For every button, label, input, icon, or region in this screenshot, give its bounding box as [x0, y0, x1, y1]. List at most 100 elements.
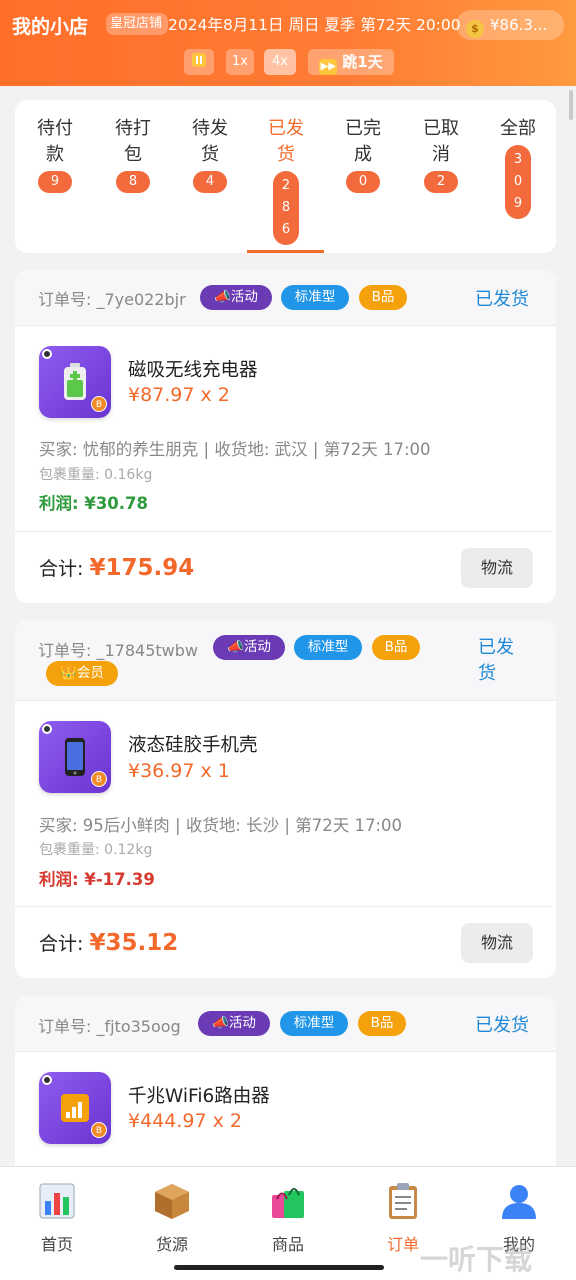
- b-grade-mark: B: [91, 1122, 107, 1138]
- nav-supply[interactable]: 货源: [132, 1181, 212, 1255]
- dot-icon: [42, 724, 52, 734]
- dot-icon: [42, 349, 52, 359]
- bar-chart-icon: [39, 1183, 75, 1219]
- tab-cancelled[interactable]: 已取消 2: [411, 116, 471, 193]
- dot-icon: [42, 1075, 52, 1085]
- nav-label: 商品: [271, 1235, 304, 1254]
- tab-count-badge: 8: [116, 171, 150, 193]
- order-number: 订单号: _fjto35oog: [38, 1017, 181, 1036]
- tab-count-badge: 286: [273, 171, 299, 245]
- b-grade-badge: B品: [358, 1011, 406, 1036]
- tab-label: 已完成: [345, 118, 381, 165]
- order-status-tabs: 待付款 9 待打包 8 待发货 4 已发货 286 已完成 0 已取消 2 全部…: [15, 100, 556, 253]
- tab-pending-pack[interactable]: 待打包 8: [103, 116, 163, 193]
- activity-badge: 📣活动: [213, 635, 285, 660]
- b-grade-badge: B品: [359, 285, 407, 310]
- activity-badge: 📣活动: [198, 1011, 270, 1036]
- order-total: 合计: ¥175.94: [39, 554, 194, 581]
- product-image[interactable]: B: [39, 346, 111, 418]
- logistics-button[interactable]: 物流: [461, 548, 533, 588]
- nav-home[interactable]: 首页: [17, 1181, 97, 1255]
- divider: [15, 906, 552, 907]
- product-price-qty: ¥36.97 x 1: [128, 760, 230, 782]
- watermark: 一听下载: [420, 1243, 533, 1276]
- order-header: 订单号: _7ye022bjr 📣活动 标准型 B品 已发货: [15, 270, 556, 326]
- total-label: 合计:: [39, 558, 84, 580]
- total-value: ¥175.94: [89, 555, 195, 581]
- tab-all[interactable]: 全部 309: [488, 116, 548, 219]
- tab-count-badge: 9: [38, 171, 72, 193]
- game-date-text: 2024年8月11日 周日 夏季 第72天 20:00: [168, 16, 461, 34]
- money-value: ¥86.3...: [490, 16, 548, 34]
- order-card[interactable]: 订单号: _17845twbw 📣活动 标准型 B品 👑会员 已发货 B 液态硅…: [15, 620, 556, 978]
- buyer-info: 买家: 忧郁的养生朋克 | 收货地: 武汉 | 第72天 17:00: [39, 440, 431, 459]
- tab-label: 待付款: [37, 118, 73, 165]
- order-status: 已发货: [475, 1015, 529, 1036]
- product-name: 磁吸无线充电器: [128, 360, 258, 381]
- package-box-icon: [155, 1184, 189, 1219]
- tab-label: 已发货: [268, 118, 304, 165]
- tab-completed[interactable]: 已完成 0: [333, 116, 393, 193]
- standard-type-badge: 标准型: [280, 1011, 348, 1036]
- pause-button[interactable]: [184, 49, 214, 75]
- buyer-info: 买家: 95后小鲜肉 | 收货地: 长沙 | 第72天 17:00: [39, 816, 402, 835]
- tab-count-badge: 309: [505, 145, 531, 219]
- home-indicator-bar[interactable]: [174, 1265, 384, 1270]
- product-name: 千兆WiFi6路由器: [128, 1086, 270, 1107]
- product-image[interactable]: B: [39, 721, 111, 793]
- order-status: 已发货: [475, 289, 529, 310]
- tab-pending-payment[interactable]: 待付款 9: [25, 116, 85, 193]
- tab-shipped[interactable]: 已发货 286: [256, 116, 316, 245]
- tab-label: 待发货: [192, 118, 228, 165]
- shop-level-tag: 皇冠店铺: [106, 13, 168, 35]
- b-grade-badge: B品: [372, 635, 420, 660]
- fast-forward-icon: ▶▶: [319, 59, 338, 75]
- order-status: 已发货: [478, 637, 514, 684]
- order-total: 合计: ¥35.12: [39, 929, 178, 956]
- standard-type-badge: 标准型: [294, 635, 362, 660]
- nav-label: 首页: [40, 1235, 73, 1254]
- b-grade-mark: B: [91, 771, 107, 787]
- shopping-bags-icon: [272, 1188, 304, 1218]
- nav-label: 货源: [155, 1235, 188, 1254]
- total-value: ¥35.12: [89, 930, 179, 956]
- battery-charger-icon: [64, 363, 86, 400]
- nav-products[interactable]: 商品: [248, 1181, 328, 1255]
- total-label: 合计:: [39, 933, 84, 955]
- speed-1x-button[interactable]: 1x: [226, 49, 254, 75]
- package-weight: 包裹重量: 0.12kg: [39, 842, 153, 858]
- product-price-qty: ¥444.97 x 2: [128, 1110, 242, 1132]
- money-balance[interactable]: $ ¥86.3...: [456, 10, 564, 40]
- wifi-signal-icon: [61, 1094, 89, 1122]
- tab-label: 已取消: [423, 118, 459, 165]
- b-grade-mark: B: [91, 396, 107, 412]
- product-name: 液态硅胶手机壳: [128, 735, 258, 756]
- order-number: 订单号: _17845twbw: [38, 641, 198, 660]
- phone-case-icon: [65, 738, 85, 776]
- clipboard-icon: [389, 1183, 417, 1219]
- scrollbar[interactable]: [569, 90, 573, 120]
- product-image[interactable]: B: [39, 1072, 111, 1144]
- user-avatar-icon: [502, 1185, 536, 1219]
- product-price-qty: ¥87.97 x 2: [128, 384, 230, 406]
- jump-day-button[interactable]: ▶▶ 跳1天: [308, 49, 394, 75]
- jump-day-label: 跳1天: [342, 53, 383, 71]
- order-card[interactable]: 订单号: _7ye022bjr 📣活动 标准型 B品 已发货 B 磁吸无线充电器…: [15, 270, 556, 603]
- divider: [15, 531, 552, 532]
- speed-4x-button[interactable]: 4x: [264, 49, 296, 75]
- standard-type-badge: 标准型: [281, 285, 349, 310]
- package-weight: 包裹重量: 0.16kg: [39, 467, 153, 483]
- top-status-header: 我的小店 皇冠店铺 2024年8月11日 周日 夏季 第72天 20:00 $ ¥…: [0, 0, 576, 86]
- profit-value: 利润: ¥30.78: [39, 494, 149, 513]
- logistics-button[interactable]: 物流: [461, 923, 533, 963]
- order-number: 订单号: _7ye022bjr: [38, 290, 186, 309]
- order-header: 订单号: _fjto35oog 📣活动 标准型 B品 已发货: [15, 996, 556, 1052]
- pause-icon: [192, 53, 206, 67]
- tab-label: 待打包: [115, 118, 151, 165]
- app-title: 我的小店: [12, 16, 89, 38]
- money-bag-icon: $: [466, 20, 484, 38]
- order-header: 订单号: _17845twbw 📣活动 标准型 B品 👑会员 已发货: [15, 620, 556, 701]
- member-badge: 👑会员: [46, 661, 118, 686]
- tab-pending-ship[interactable]: 待发货 4: [180, 116, 240, 193]
- tab-label: 全部: [500, 118, 536, 139]
